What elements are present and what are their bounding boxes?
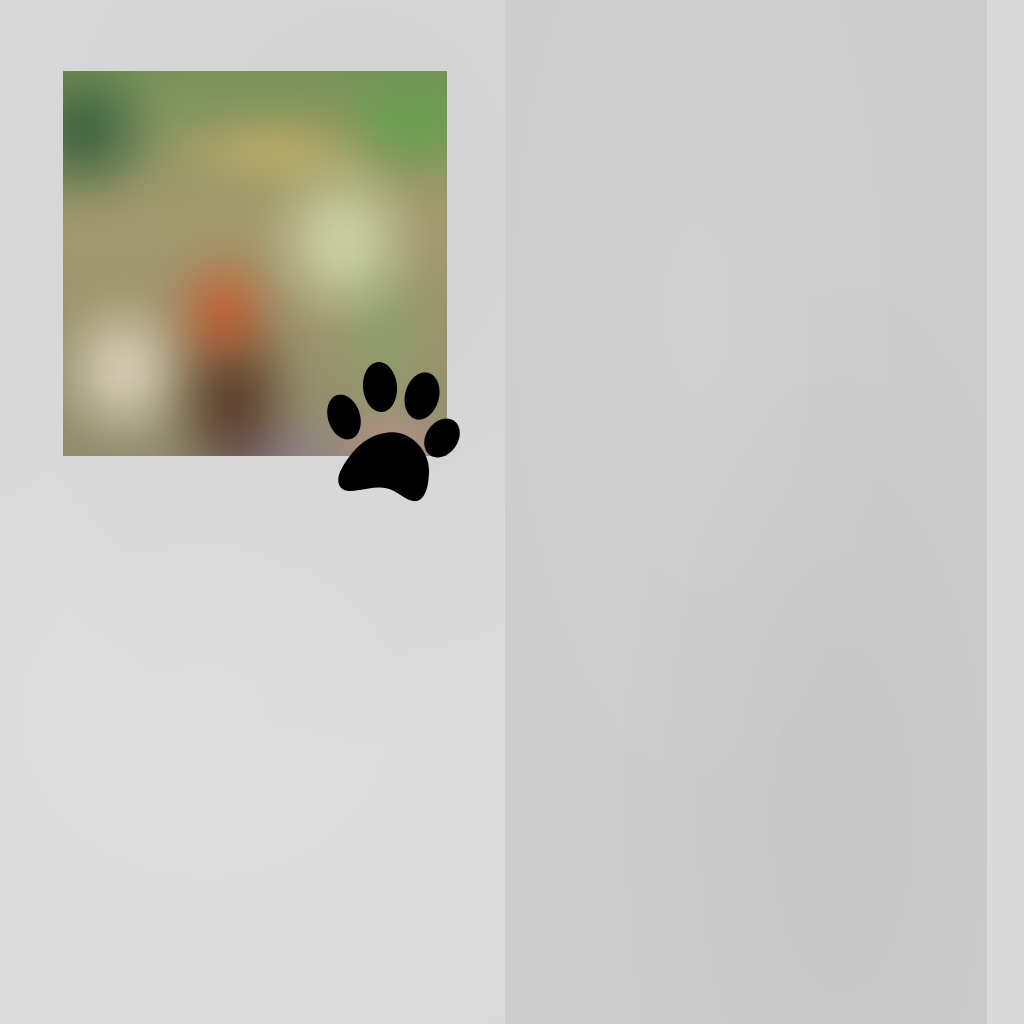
paw-print-icon[interactable] — [325, 360, 465, 505]
paw-toe-mid-right — [404, 372, 440, 420]
paw-toe-mid-left — [362, 362, 398, 412]
paw-toe-left — [327, 394, 361, 440]
paw-pad — [338, 432, 429, 502]
screen — [0, 0, 1024, 1024]
right-edge-strip — [987, 0, 1024, 1024]
right-panel — [505, 0, 987, 1024]
